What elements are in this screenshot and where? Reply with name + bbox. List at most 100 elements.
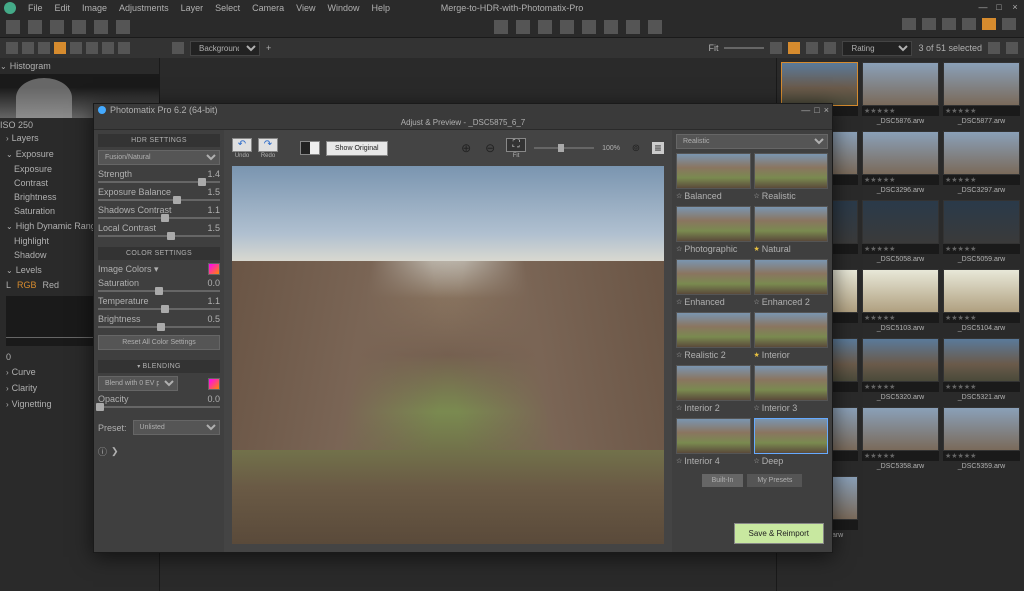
dialog-titlebar[interactable]: Photomatix Pro 6.2 (64-bit) —□× — [94, 104, 832, 116]
add-layer-icon[interactable]: + — [266, 43, 271, 53]
star-icon[interactable]: ☆ — [676, 404, 682, 412]
detail-view-icon[interactable] — [824, 42, 836, 54]
blend-swatch[interactable] — [208, 378, 220, 390]
thumb-_DSC5320.arw[interactable]: ★★★★★_DSC5320.arw — [862, 338, 939, 403]
tab-l[interactable]: L — [6, 280, 11, 290]
menu-adjustments[interactable]: Adjustments — [119, 3, 169, 13]
thumb-_DSC5359.arw[interactable]: ★★★★★_DSC5359.arw — [943, 407, 1020, 472]
text-icon[interactable] — [116, 20, 130, 34]
star-icon[interactable]: ★ — [754, 351, 760, 359]
glasses-icon[interactable] — [962, 18, 976, 30]
split-view-icon[interactable] — [300, 141, 320, 155]
open-icon[interactable] — [6, 20, 20, 34]
tool-5-icon[interactable] — [70, 42, 82, 54]
star-icon[interactable]: ☆ — [676, 351, 682, 359]
temperature-slider[interactable] — [98, 308, 220, 310]
rotate-icon[interactable] — [516, 20, 530, 34]
panel-toggle-1-icon[interactable] — [902, 18, 916, 30]
thumb-_DSC3296.arw[interactable]: ★★★★★_DSC3296.arw — [862, 131, 939, 196]
histogram-header[interactable]: Histogram — [0, 58, 159, 74]
star-icon[interactable]: ☆ — [676, 298, 682, 306]
thumb-_DSC5058.arw[interactable]: ★★★★★_DSC5058.arw — [862, 200, 939, 265]
mask-icon[interactable] — [626, 20, 640, 34]
thumb-_DSC5877.arw[interactable]: ★★★★★_DSC5877.arw — [943, 62, 1020, 127]
tool-3-icon[interactable] — [38, 42, 50, 54]
menu-image[interactable]: Image — [82, 3, 107, 13]
preset-realistic[interactable]: ☆Realistic — [754, 153, 829, 203]
thumb-_DSC5876.arw[interactable]: ★★★★★_DSC5876.arw — [862, 62, 939, 127]
thumb-_DSC5103.arw[interactable]: ★★★★★_DSC5103.arw — [862, 269, 939, 334]
menu-select[interactable]: Select — [215, 3, 240, 13]
star-icon[interactable]: ☆ — [754, 404, 760, 412]
save-icon[interactable] — [28, 20, 42, 34]
grid-view-icon[interactable] — [788, 42, 800, 54]
preset-realistic-2[interactable]: ☆Realistic 2 — [676, 312, 751, 362]
reset-colors-button[interactable]: Reset All Color Settings — [98, 335, 220, 350]
panel-toggle-2-icon[interactable] — [922, 18, 936, 30]
tool-1-icon[interactable] — [6, 42, 18, 54]
tab-mypresets[interactable]: My Presets — [747, 474, 802, 487]
preset-enhanced[interactable]: ☆Enhanced — [676, 259, 751, 309]
thumb-_DSC5321.arw[interactable]: ★★★★★_DSC5321.arw — [943, 338, 1020, 403]
dialog-min-icon[interactable]: — — [801, 105, 810, 115]
minimize-icon[interactable]: — — [978, 2, 988, 12]
zoom-slider[interactable] — [534, 147, 594, 149]
dialog-close-icon[interactable]: × — [824, 105, 829, 115]
thumb-_DSC5104.arw[interactable]: ★★★★★_DSC5104.arw — [943, 269, 1020, 334]
show-original-button[interactable]: Show Original — [326, 141, 388, 156]
tool-2-icon[interactable] — [22, 42, 34, 54]
undo-icon[interactable] — [72, 20, 86, 34]
search2-icon[interactable] — [988, 42, 1000, 54]
scissors-icon[interactable] — [50, 20, 64, 34]
repair-icon[interactable] — [604, 20, 618, 34]
opacity-slider[interactable] — [98, 406, 220, 408]
image-colors-label[interactable]: Image Colors ▾ — [98, 264, 159, 275]
preset-interior[interactable]: ★Interior — [754, 312, 829, 362]
layout-icon[interactable] — [1002, 18, 1016, 30]
close-icon[interactable]: × — [1010, 2, 1020, 12]
help-icon[interactable]: ⓘ — [98, 445, 107, 458]
blending-header[interactable]: BLENDING — [98, 360, 220, 373]
menu-camera[interactable]: Camera — [252, 3, 284, 13]
preview-image[interactable] — [232, 166, 664, 544]
settings-icon[interactable] — [1006, 42, 1018, 54]
star-icon[interactable]: ★ — [754, 245, 760, 253]
tool-7-icon[interactable] — [102, 42, 114, 54]
paint-icon[interactable] — [582, 20, 596, 34]
save-reimport-button[interactable]: Save & Reimport — [734, 523, 824, 544]
method-select[interactable]: Fusion/Natural — [98, 150, 220, 165]
wb-icon[interactable] — [560, 20, 574, 34]
preset-balanced[interactable]: ☆Balanced — [676, 153, 751, 203]
blend-with-select[interactable]: Blend with 0 EV photo — [98, 376, 178, 391]
zoom-slider[interactable] — [724, 47, 764, 49]
brush-icon[interactable] — [538, 20, 552, 34]
warning-icon[interactable] — [942, 18, 956, 30]
star-icon[interactable]: ☆ — [676, 192, 682, 200]
maximize-icon[interactable]: □ — [994, 2, 1004, 12]
loupe-icon[interactable]: ⊚ — [628, 140, 644, 156]
thumb-_DSC5358.arw[interactable]: ★★★★★_DSC5358.arw — [862, 407, 939, 472]
menu-layer[interactable]: Layer — [181, 3, 204, 13]
menu-view[interactable]: View — [296, 3, 315, 13]
tool-6-icon[interactable] — [86, 42, 98, 54]
star-icon[interactable]: ☆ — [676, 457, 682, 465]
menu-window[interactable]: Window — [327, 3, 359, 13]
expand-icon[interactable]: ❯ — [111, 446, 119, 457]
search-icon[interactable] — [770, 42, 782, 54]
saturation-slider[interactable] — [98, 290, 220, 292]
preset-select[interactable]: Unlisted — [133, 420, 220, 435]
star-icon[interactable]: ☆ — [754, 298, 760, 306]
thumb-_DSC5059.arw[interactable]: ★★★★★_DSC5059.arw — [943, 200, 1020, 265]
list-view-icon[interactable] — [806, 42, 818, 54]
preset-interior-3[interactable]: ☆Interior 3 — [754, 365, 829, 415]
color-swatch[interactable] — [208, 263, 220, 275]
dialog-max-icon[interactable]: □ — [814, 105, 819, 115]
brightness-slider[interactable] — [98, 326, 220, 328]
local-contrast-slider[interactable] — [98, 235, 220, 237]
menu-icon[interactable]: ≡ — [652, 142, 664, 154]
preset-deep[interactable]: ☆Deep — [754, 418, 829, 468]
zoom-out-icon[interactable]: ⊖ — [482, 140, 498, 156]
preset-interior-2[interactable]: ☆Interior 2 — [676, 365, 751, 415]
menu-edit[interactable]: Edit — [55, 3, 71, 13]
zoom-in-icon[interactable]: ⊕ — [458, 140, 474, 156]
